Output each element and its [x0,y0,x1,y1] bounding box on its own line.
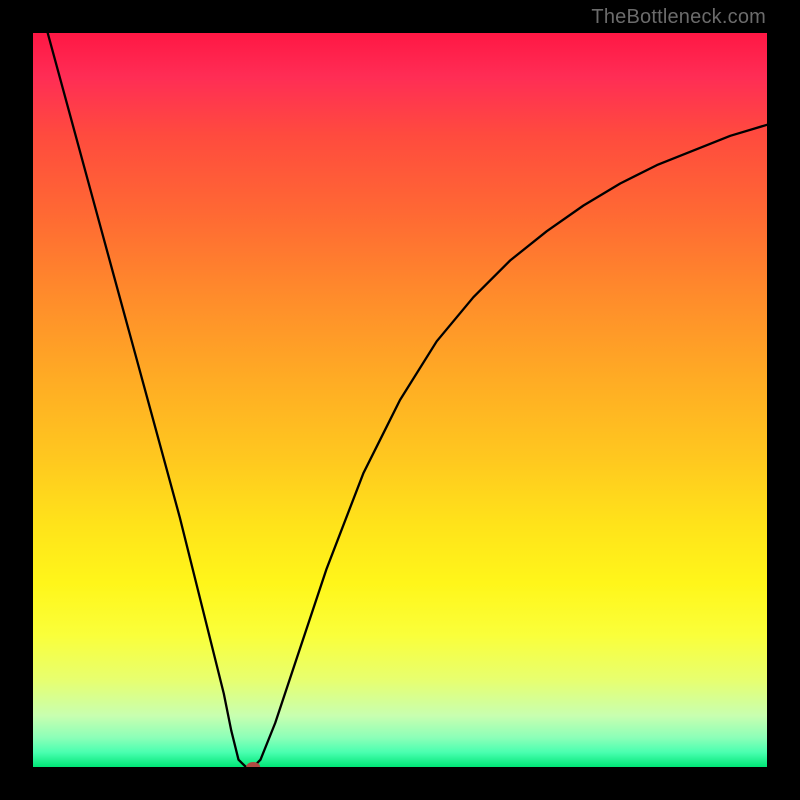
bottleneck-curve [48,33,767,767]
chart-svg [33,33,767,767]
chart-frame: TheBottleneck.com [0,0,800,800]
watermark-text: TheBottleneck.com [591,6,766,29]
